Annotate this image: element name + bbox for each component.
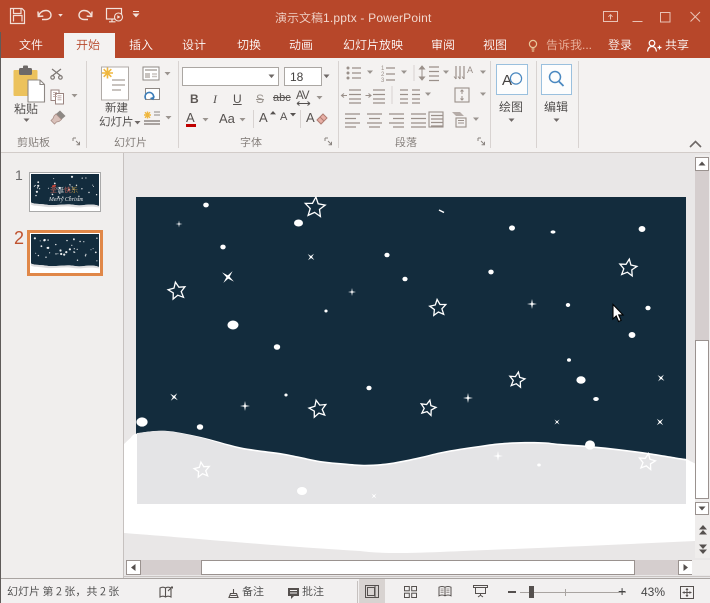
svg-text:3: 3 (381, 78, 385, 84)
svg-text:Merry Christmas: Merry Christmas (48, 197, 83, 203)
svg-text:A: A (467, 65, 473, 75)
